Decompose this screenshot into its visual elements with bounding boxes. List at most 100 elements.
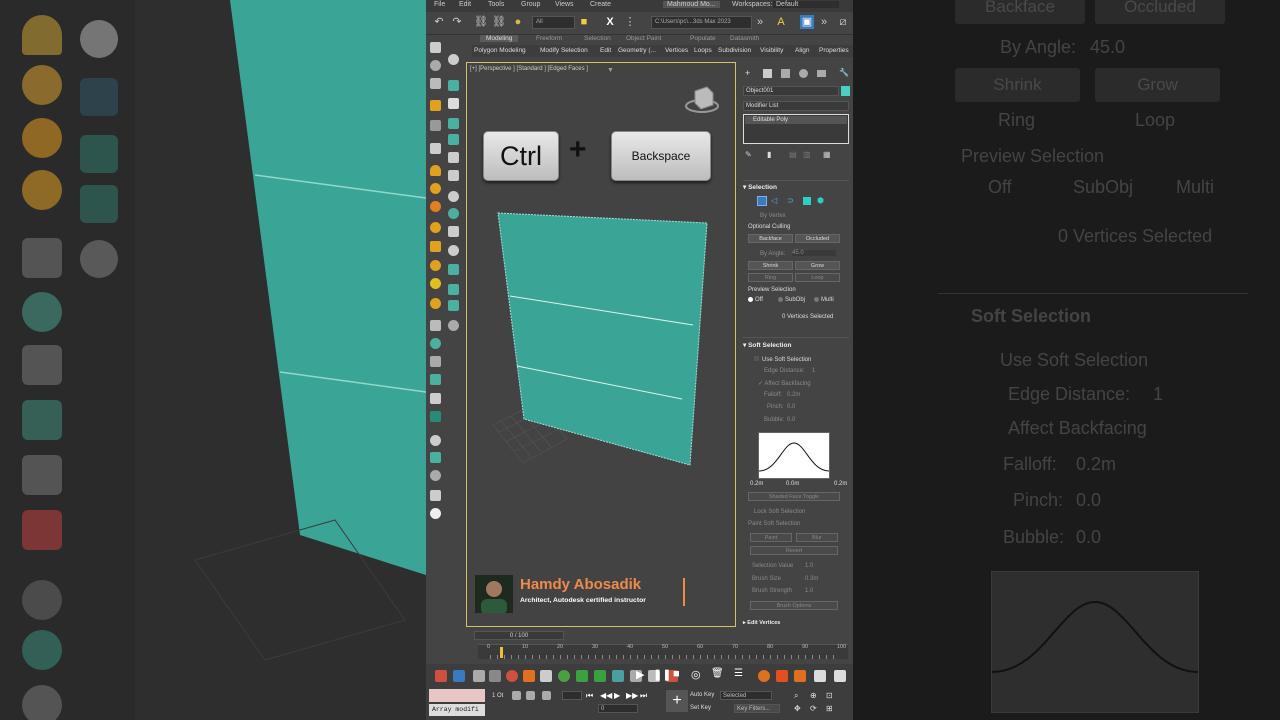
display-tab-icon[interactable] — [817, 70, 826, 77]
menu-create[interactable]: Create — [590, 1, 611, 8]
ribbon-subdivision[interactable]: Subdivision — [718, 47, 751, 54]
camera-2-icon[interactable] — [430, 120, 441, 131]
palette-icon[interactable] — [430, 470, 441, 481]
light-icon[interactable] — [430, 183, 441, 194]
lock-soft-selection-checkbox[interactable]: Lock Soft Selection — [754, 509, 805, 515]
grid-2-icon[interactable] — [448, 300, 459, 311]
book-icon[interactable] — [448, 152, 459, 163]
soft-selection-rollout-header[interactable]: ▾ Soft Selection — [743, 341, 791, 349]
shaded-face-toggle-button[interactable]: Shaded Face Toggle — [748, 492, 840, 501]
lens-icon[interactable] — [448, 226, 459, 237]
loop-button[interactable]: Loop — [795, 273, 840, 282]
edge-distance-label[interactable]: Edge Distance: — [764, 368, 805, 374]
chevron-right-icon-2[interactable]: » — [817, 15, 831, 29]
dots-icon[interactable] — [430, 452, 441, 463]
settings-icon[interactable] — [834, 670, 846, 682]
blur-button[interactable]: Blur — [796, 533, 838, 542]
sun-icon[interactable] — [430, 222, 441, 233]
globe-icon[interactable] — [448, 191, 459, 202]
maxscript-mini-listener[interactable]: Array modifi — [429, 704, 485, 716]
rotate-icon[interactable] — [594, 670, 606, 682]
sky-icon[interactable] — [430, 278, 441, 289]
ribbon-vertices[interactable]: Vertices — [665, 47, 688, 54]
goto-end-icon[interactable]: ⏭ — [640, 691, 647, 701]
viewport-label[interactable]: [+] [Perspective ] [Standard ] [Edged Fa… — [470, 66, 588, 72]
light-probe-icon[interactable] — [448, 80, 459, 91]
menu-tools[interactable]: Tools — [488, 1, 504, 8]
grid-icon[interactable] — [448, 134, 459, 145]
daylight-icon[interactable] — [430, 260, 441, 271]
render-setup-icon[interactable]: ▣ — [800, 15, 814, 29]
falloff-spinner[interactable]: 0.2m — [787, 392, 800, 398]
omni-light-icon[interactable] — [430, 201, 441, 212]
material-editor-icon[interactable]: ⧄ — [836, 15, 850, 29]
tab-modeling[interactable]: Modeling — [480, 35, 519, 42]
render-icon[interactable] — [794, 670, 806, 682]
user-account[interactable]: Mahmoud Mo... — [663, 1, 720, 8]
transform-icon[interactable] — [542, 691, 551, 700]
polygon-level-icon[interactable] — [803, 197, 811, 205]
x-coordinate-field[interactable] — [562, 691, 582, 700]
ribbon-edit[interactable]: Edit — [600, 47, 611, 54]
hierarchy-tab-icon[interactable] — [781, 69, 790, 78]
monitor-icon[interactable] — [448, 264, 459, 275]
vertex-level-icon[interactable] — [757, 196, 767, 206]
check-icon[interactable] — [430, 508, 441, 519]
absolute-mode-icon[interactable] — [526, 691, 535, 700]
pan-icon[interactable]: ✥ — [794, 704, 801, 713]
revert-button[interactable]: Revert — [750, 546, 838, 555]
affect-backfacing-checkbox[interactable]: ✓ Affect Backfacing — [758, 380, 811, 387]
shrink-button[interactable]: Shrink — [748, 261, 793, 270]
link-icon[interactable]: ⛓ — [474, 15, 488, 29]
utilities-tab-icon[interactable]: 🔧 — [839, 68, 849, 77]
teapot-icon[interactable] — [448, 320, 459, 331]
loop-icon[interactable]: ◎ — [691, 668, 701, 681]
grass-icon[interactable] — [430, 393, 441, 404]
bind-space-warp-icon[interactable]: ● — [511, 15, 525, 29]
zoom-all-icon[interactable]: ⊕ — [810, 691, 817, 700]
stack-item-editable-poly[interactable]: Editable Poly — [745, 116, 847, 124]
lasso-icon[interactable] — [489, 670, 501, 682]
pin-stack-icon[interactable]: ✎ — [745, 150, 752, 159]
tab-freeform[interactable]: Freeform — [536, 35, 562, 42]
snapshot-icon[interactable] — [540, 670, 552, 682]
next-frame-icon[interactable]: ▶▶ — [626, 691, 638, 700]
menu-group[interactable]: Group — [521, 1, 540, 8]
key-filters-button[interactable]: Key Filters... — [734, 704, 780, 713]
edge-level-icon[interactable]: ◁ — [771, 196, 777, 205]
hand-icon[interactable] — [430, 42, 441, 53]
add-time-tag-icon[interactable]: + — [666, 690, 688, 712]
table-icon[interactable] — [448, 170, 459, 181]
edit-vertices-rollout-header[interactable]: ▸ Edit Vertices — [743, 620, 780, 626]
filter-icon[interactable]: ▼ — [607, 67, 614, 74]
material-icon[interactable] — [523, 670, 535, 682]
camera-icon[interactable] — [430, 78, 441, 89]
layers-icon[interactable] — [430, 490, 441, 501]
ribbon-modify-selection[interactable]: Modify Selection — [540, 47, 588, 54]
modifier-list-dropdown[interactable]: Modifier List — [743, 101, 849, 111]
by-vertex-checkbox[interactable]: By Vertex — [760, 213, 786, 219]
record-icon[interactable] — [506, 670, 518, 682]
align-icon[interactable] — [612, 670, 624, 682]
set-key-button[interactable]: Set Key — [690, 705, 711, 711]
by-angle-label[interactable]: By Angle: — [760, 251, 785, 257]
render-frame-icon[interactable] — [814, 670, 826, 682]
selected-dropdown[interactable]: Selected — [720, 691, 772, 700]
flame-2-icon[interactable] — [776, 670, 788, 682]
goto-start-icon[interactable]: ⏮ — [586, 691, 593, 701]
ribbon-polygon-modeling[interactable]: Polygon Modeling — [474, 47, 526, 54]
project-path-field[interactable]: C:\Users\pc\...3ds Max 2023 — [651, 16, 752, 29]
track-bar[interactable]: 0 10 20 30 40 50 60 70 80 90 100 — [478, 644, 848, 659]
frame-icon[interactable] — [448, 284, 459, 295]
snaps-icon[interactable]: ⋮ — [623, 15, 637, 29]
plane-icon[interactable] — [430, 356, 441, 367]
menu-file[interactable]: File — [434, 1, 445, 8]
brush-size-spinner[interactable]: 0.3m — [805, 576, 818, 582]
lamp-icon[interactable] — [430, 165, 441, 176]
border-level-icon[interactable]: ⊃ — [787, 196, 794, 205]
menu-edit[interactable]: Edit — [459, 1, 471, 8]
pause-icon[interactable]: ❚❚ — [653, 668, 671, 681]
folder-icon[interactable] — [430, 100, 441, 111]
object-color-swatch[interactable] — [841, 86, 850, 96]
play-animation-icon[interactable]: ▶ — [614, 691, 620, 700]
